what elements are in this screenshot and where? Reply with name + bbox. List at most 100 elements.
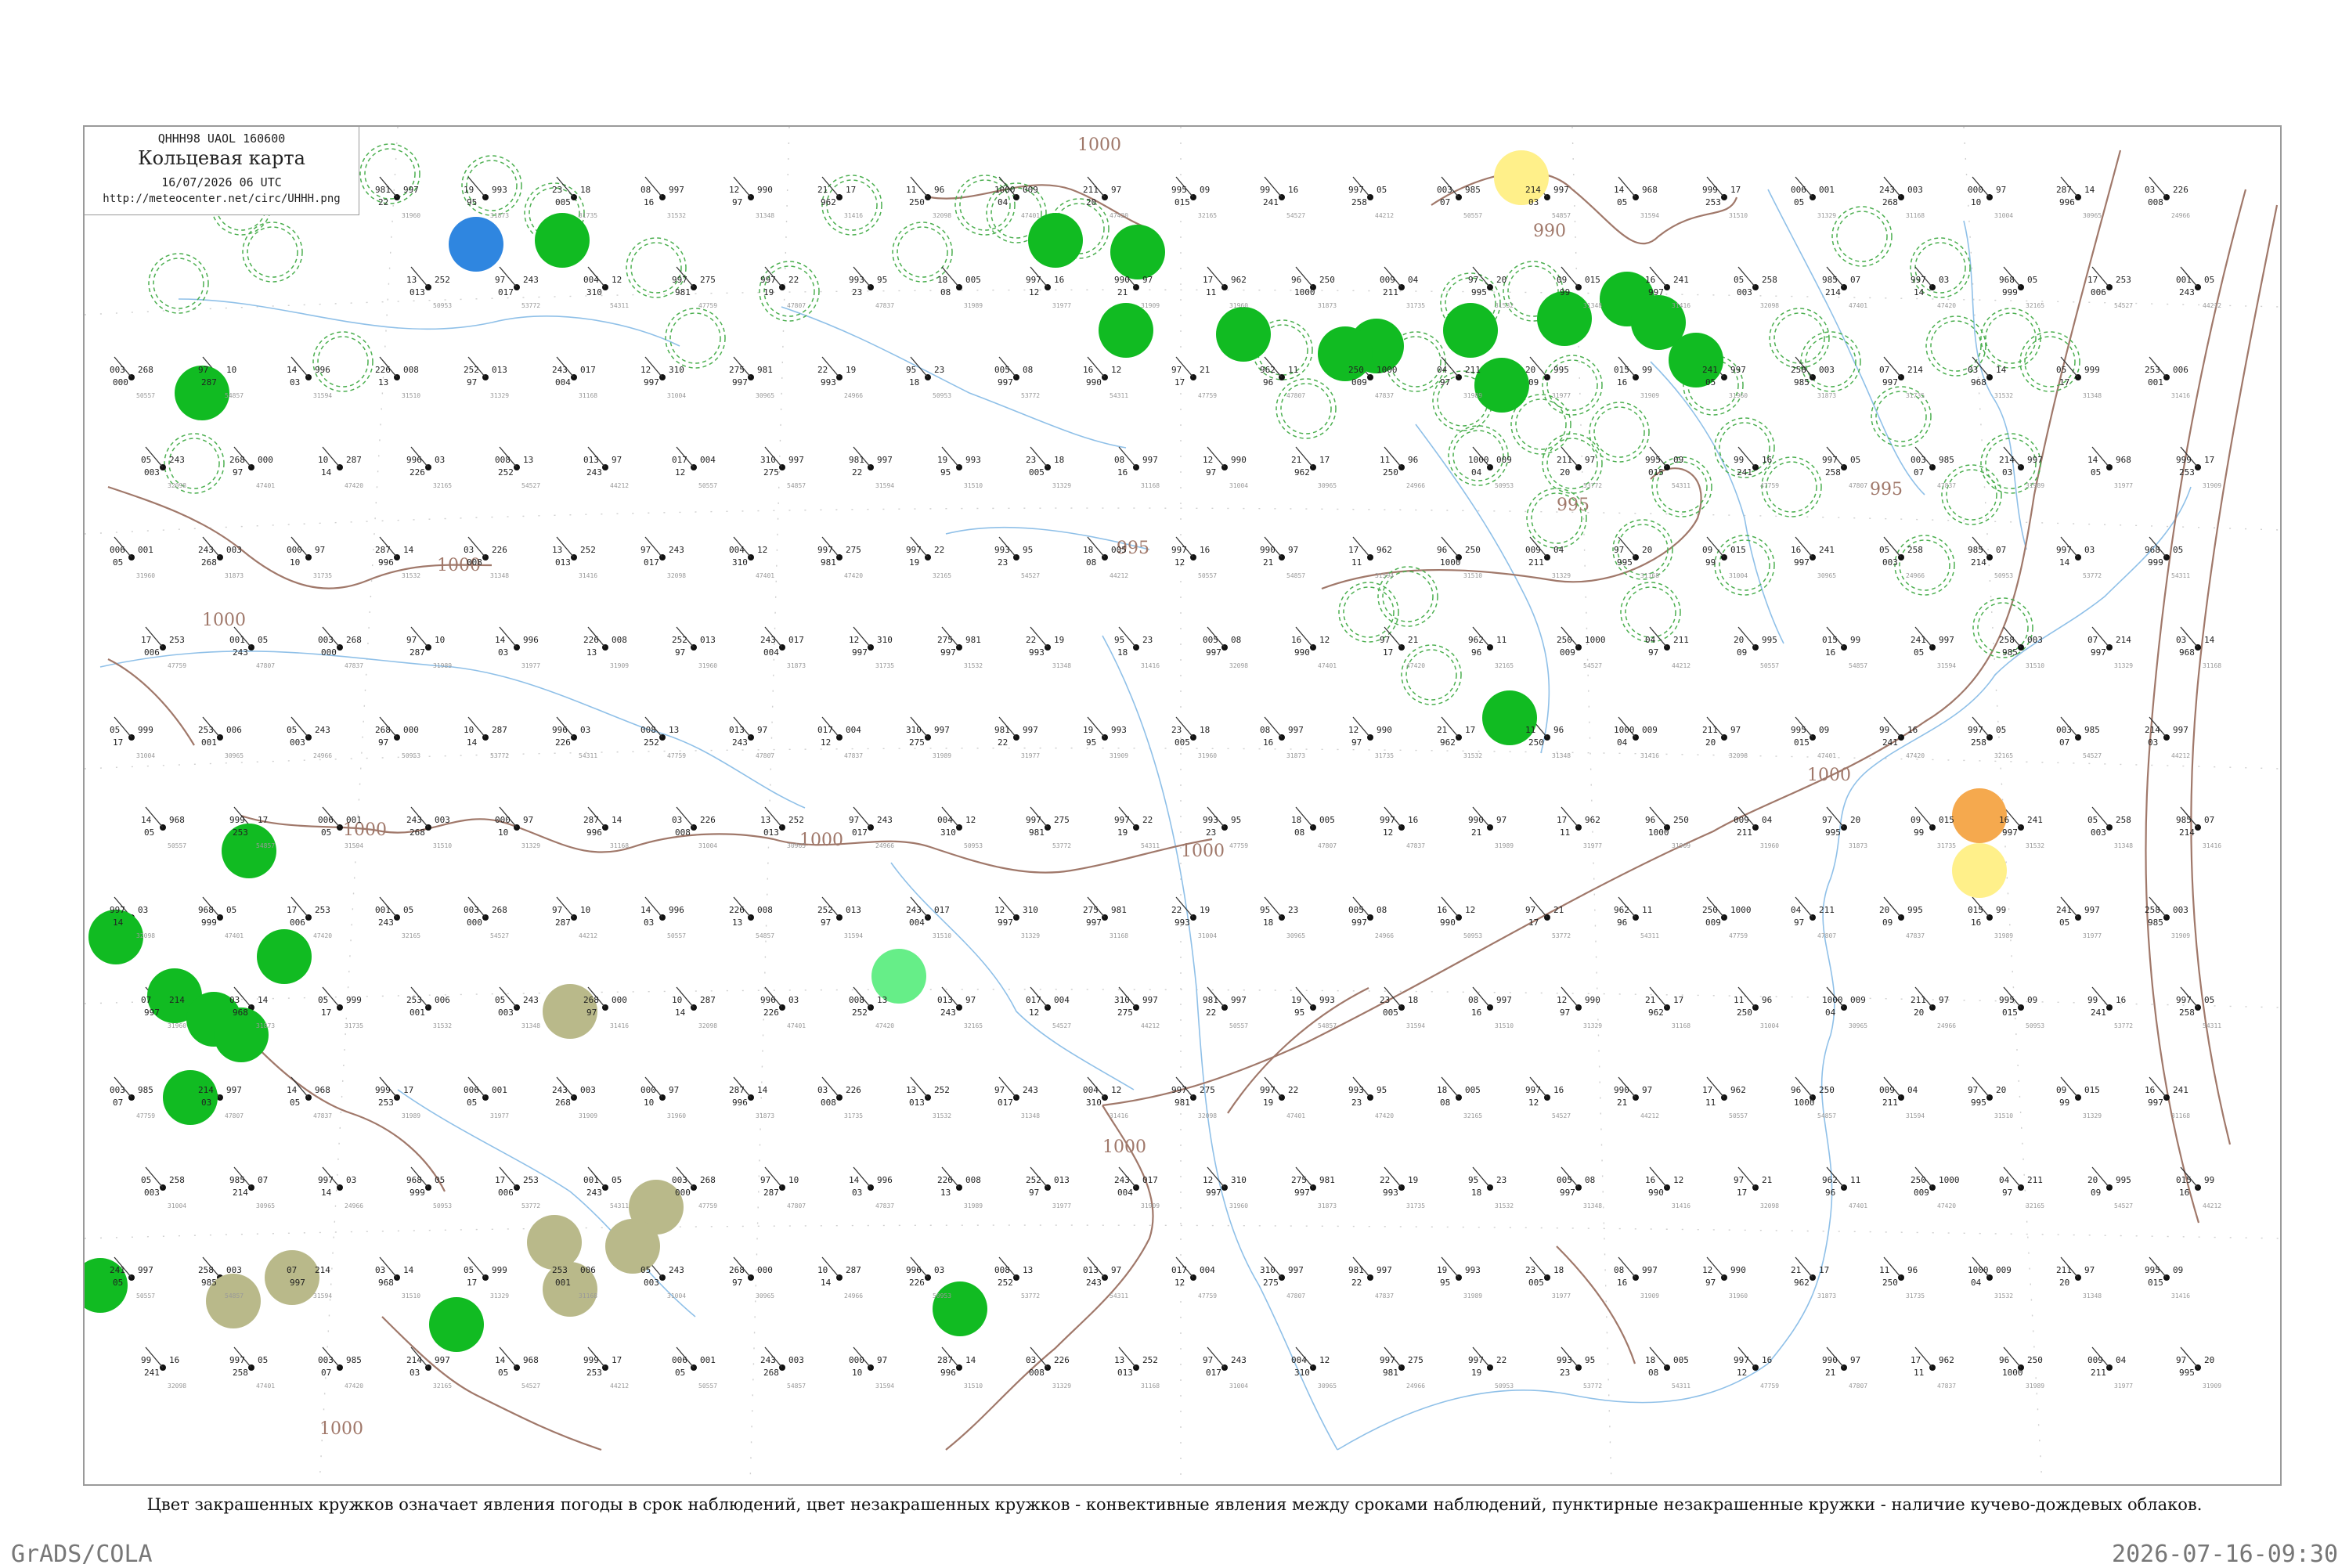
temperature-value: 993 [1029,647,1045,658]
station-id-label: 47759 [136,1112,155,1119]
station-id-label: 47807 [1318,842,1337,849]
pressure-value: 006 [318,815,334,825]
pressure-value: 997 [229,1355,245,1365]
weather-circle-drizzle[interactable] [1494,150,1549,205]
temperature-value: 23 [998,557,1008,568]
pressure-value: 997 [1911,275,1926,285]
pressure-value: 268 [229,455,245,465]
station-id-label: 31004 [1994,212,2013,219]
weather-circle-fog_haze[interactable] [527,1215,582,1270]
pressure-value: 226 [375,365,391,375]
temperature-value: 21 [1471,827,1481,838]
weather-circle-rain[interactable] [222,824,276,878]
tendency-value: 250 [1819,1085,1835,1095]
weather-circle-fog_haze[interactable] [605,1219,660,1274]
temperature-value: 96 [1471,647,1481,658]
isobar-label: 1000 [319,1419,363,1439]
temperature-value: 05 [321,827,331,838]
station-id-label: 53772 [1583,1382,1602,1390]
weather-circle-rain[interactable] [535,213,590,268]
weather-circle-rain[interactable] [1028,213,1083,268]
station-id-label: 31989 [2026,482,2044,489]
pressure-value: 995 [1645,455,1661,465]
tendency-value: 97 [612,455,622,465]
temperature-value: 99 [1705,557,1716,568]
weather-circle-rain[interactable] [429,1297,484,1352]
pressure-value: 997 [817,545,833,555]
temperature-value: 995 [1825,827,1841,838]
pressure-value: 17 [2087,275,2098,285]
station-id-label: 31329 [1021,932,1040,939]
weather-circle-drizzle[interactable] [1952,843,2007,898]
pressure-value: 275 [937,635,953,645]
station-id-label: 47837 [1937,482,1956,489]
pressure-value: 985 [229,1175,245,1185]
tendency-value: 985 [1939,455,1954,465]
station-id-label: 24966 [1937,1022,1956,1029]
temperature-value: 05 [2091,467,2101,478]
weather-circle-thunder_rain[interactable] [449,217,503,272]
pressure-value: 10 [318,455,328,465]
tendency-value: 968 [1642,185,1658,195]
station-id-label: 54857 [1817,1112,1836,1119]
pressure-value: 252 [672,635,687,645]
tendency-value: 275 [846,545,861,555]
tendency-value: 12 [757,545,767,555]
temperature-value: 008 [821,1098,836,1108]
pressure-value: 004 [937,815,953,825]
tendency-value: 997 [1642,1265,1658,1275]
pressure-value: 1000 [994,185,1016,195]
temperature-value: 017 [998,1098,1013,1108]
weather-circle-rain[interactable] [1537,291,1592,346]
pressure-value: 03 [375,1265,385,1275]
pressure-value: 287 [583,815,599,825]
weather-map[interactable]: 1000 990 995 995 995 1000 1000 1000 1000… [83,125,2282,1486]
tendency-value: 005 [1111,545,1127,555]
station-id-label: 31594 [1906,1112,1925,1119]
temperature-value: 997 [732,377,748,387]
temperature-value: 04 [1971,1278,1982,1288]
tendency-value: 993 [1465,1265,1481,1275]
pressure-value: 214 [198,1085,214,1095]
station-id-label: 31989 [1463,1292,1482,1299]
pressure-value: 17 [1203,275,1213,285]
weather-circle-rain[interactable] [257,929,312,984]
temperature-value: 258 [1351,197,1367,207]
cb-ring [1593,406,1645,458]
temperature-value: 10 [498,827,508,838]
tendency-value: 268 [138,365,153,375]
pressure-value: 997 [1026,275,1041,285]
temperature-value: 03 [498,647,508,658]
pressure-value: 97 [2176,1355,2186,1365]
temperature-value: 009 [1914,1188,1929,1198]
tendency-value: 275 [1200,1085,1215,1095]
tendency-value: 17 [1730,185,1741,195]
cb-ring [1405,649,1457,701]
temperature-value: 287 [763,1188,779,1198]
tendency-value: 16 [1553,1085,1564,1095]
temperature-value: 008 [1029,1368,1045,1378]
temperature-value: 97 [378,737,388,748]
weather-circle-rain[interactable] [1443,303,1498,358]
tendency-value: 005 [1465,1085,1481,1095]
temperature-value: 17 [1528,917,1539,928]
weather-circle-rain[interactable] [1110,225,1165,279]
pressure-value: 20 [2087,1175,2098,1185]
weather-circle-rain[interactable] [1216,307,1271,362]
pressure-value: 11 [1879,1265,1889,1275]
station-id-label: 44212 [2171,752,2190,759]
temperature-value: 21 [1825,1368,1835,1378]
weather-circle-rain[interactable] [933,1281,987,1336]
cb-ring-outer [892,222,953,283]
temperature-value: 03 [2148,737,2158,748]
station-id-label: 54311 [1110,1292,1128,1299]
map-url-link[interactable]: http://meteocenter.net/circ/UHHH.png [85,193,359,205]
tendency-value: 017 [580,365,596,375]
tendency-value: 16 [1762,455,1772,465]
weather-circle-rain[interactable] [1318,326,1373,381]
weather-circle-rain[interactable] [1099,303,1153,358]
cb-ring [317,336,369,387]
weather-circle-rain[interactable] [1474,358,1529,413]
tendency-value: 214 [169,995,185,1005]
pressure-value: 19 [937,455,947,465]
